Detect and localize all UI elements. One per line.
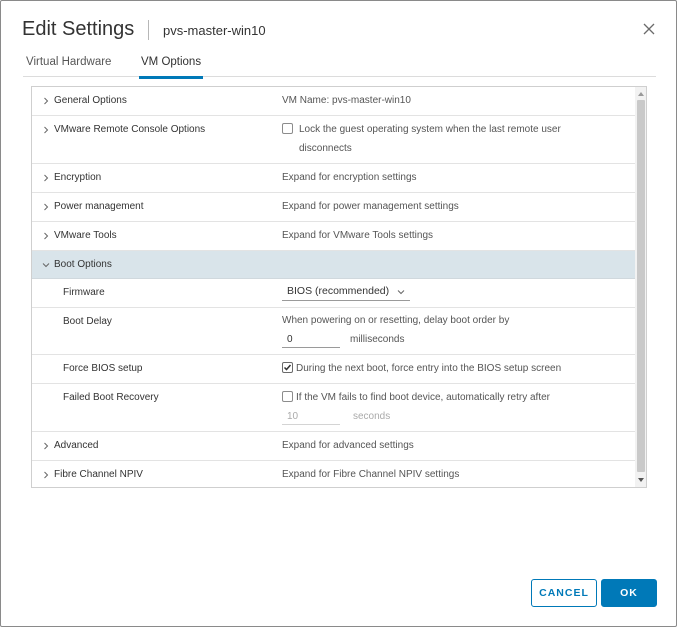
scroll-down-arrow-icon[interactable] (638, 477, 644, 483)
close-icon[interactable] (641, 21, 657, 37)
force-bios-text: During the next boot, force entry into t… (296, 363, 562, 374)
vmrc-options-label: VMware Remote Console Options (54, 124, 206, 135)
section-vmrc-options[interactable]: VMware Remote Console Options Lock the g… (32, 116, 635, 164)
panel-scrollbar[interactable] (635, 87, 646, 487)
section-encryption[interactable]: Encryption Expand for encryption setting… (32, 164, 635, 193)
boot-delay-unit: milliseconds (350, 334, 405, 345)
chevron-down-icon (42, 263, 50, 268)
failed-boot-recovery-label: Failed Boot Recovery (63, 392, 159, 403)
chevron-right-icon (44, 232, 49, 240)
encryption-label: Encryption (54, 172, 102, 183)
firmware-select[interactable]: BIOS (recommended) (282, 284, 410, 301)
lock-guest-os-text-2: disconnects (299, 143, 352, 154)
power-management-label: Power management (54, 201, 144, 212)
boot-delay-label: Boot Delay (63, 316, 112, 327)
advanced-value: Expand for advanced settings (282, 440, 414, 451)
vmware-tools-label: VMware Tools (54, 230, 117, 241)
vm-name-value: VM Name: pvs-master-win10 (282, 95, 411, 106)
failed-boot-recovery-checkbox[interactable] (282, 391, 293, 402)
tab-bar: Virtual Hardware VM Options (23, 56, 656, 79)
force-bios-label: Force BIOS setup (63, 363, 143, 374)
ok-button[interactable]: OK (601, 579, 657, 607)
title-separator (148, 20, 149, 40)
checkmark-icon (283, 364, 292, 371)
fibre-channel-npiv-label: Fibre Channel NPIV (54, 469, 143, 480)
dialog-subtitle: pvs-master-win10 (163, 23, 266, 38)
boot-firmware-row: Firmware BIOS (recommended) (32, 279, 635, 308)
chevron-right-icon (44, 442, 49, 450)
section-advanced[interactable]: Advanced Expand for advanced settings (32, 432, 635, 461)
section-vmware-tools[interactable]: VMware Tools Expand for VMware Tools set… (32, 222, 635, 251)
chevron-right-icon (44, 471, 49, 479)
failed-boot-retry-input[interactable] (282, 409, 340, 425)
firmware-label: Firmware (63, 287, 105, 298)
tab-vm-options[interactable]: VM Options (138, 56, 204, 79)
failed-boot-retry-unit: seconds (353, 411, 391, 422)
boot-options-label: Boot Options (54, 259, 112, 270)
lock-guest-os-checkbox[interactable] (282, 123, 293, 134)
power-management-value: Expand for power management settings (282, 201, 459, 212)
general-options-label: General Options (54, 95, 127, 106)
force-bios-checkbox[interactable] (282, 362, 293, 373)
boot-delay-row: Boot Delay When powering on or resetting… (32, 308, 635, 355)
section-fibre-channel-npiv[interactable]: Fibre Channel NPIV Expand for Fibre Chan… (32, 461, 635, 487)
chevron-right-icon (44, 203, 49, 211)
chevron-right-icon (44, 174, 49, 182)
scroll-up-arrow-icon[interactable] (638, 91, 644, 97)
force-bios-row: Force BIOS setup During the next boot, f… (32, 355, 635, 384)
lock-guest-os-text-1: Lock the guest operating system when the… (299, 124, 561, 135)
fibre-channel-npiv-value: Expand for Fibre Channel NPIV settings (282, 469, 460, 480)
section-power-management[interactable]: Power management Expand for power manage… (32, 193, 635, 222)
chevron-right-icon (44, 126, 49, 134)
firmware-selected-value: BIOS (recommended) (287, 285, 390, 297)
dialog-title: Edit Settings (22, 18, 135, 40)
boot-delay-input[interactable] (282, 332, 340, 348)
boot-delay-description: When powering on or resetting, delay boo… (282, 315, 510, 326)
failed-boot-recovery-row: Failed Boot Recovery If the VM fails to … (32, 384, 635, 432)
chevron-down-icon (397, 290, 405, 295)
vmware-tools-value: Expand for VMware Tools settings (282, 230, 434, 241)
tab-virtual-hardware[interactable]: Virtual Hardware (26, 56, 111, 77)
cancel-button[interactable]: CANCEL (531, 579, 597, 607)
scrollbar-thumb[interactable] (637, 100, 645, 472)
edit-settings-dialog: Edit Settings pvs-master-win10 Virtual H… (0, 0, 677, 627)
section-boot-options[interactable]: Boot Options (32, 251, 635, 279)
section-general-options[interactable]: General Options VM Name: pvs-master-win1… (32, 87, 635, 116)
encryption-value: Expand for encryption settings (282, 172, 417, 183)
settings-panel: General Options VM Name: pvs-master-win1… (31, 86, 647, 488)
failed-boot-recovery-text: If the VM fails to find boot device, aut… (296, 392, 551, 403)
advanced-label: Advanced (54, 440, 99, 451)
chevron-right-icon (44, 97, 49, 105)
